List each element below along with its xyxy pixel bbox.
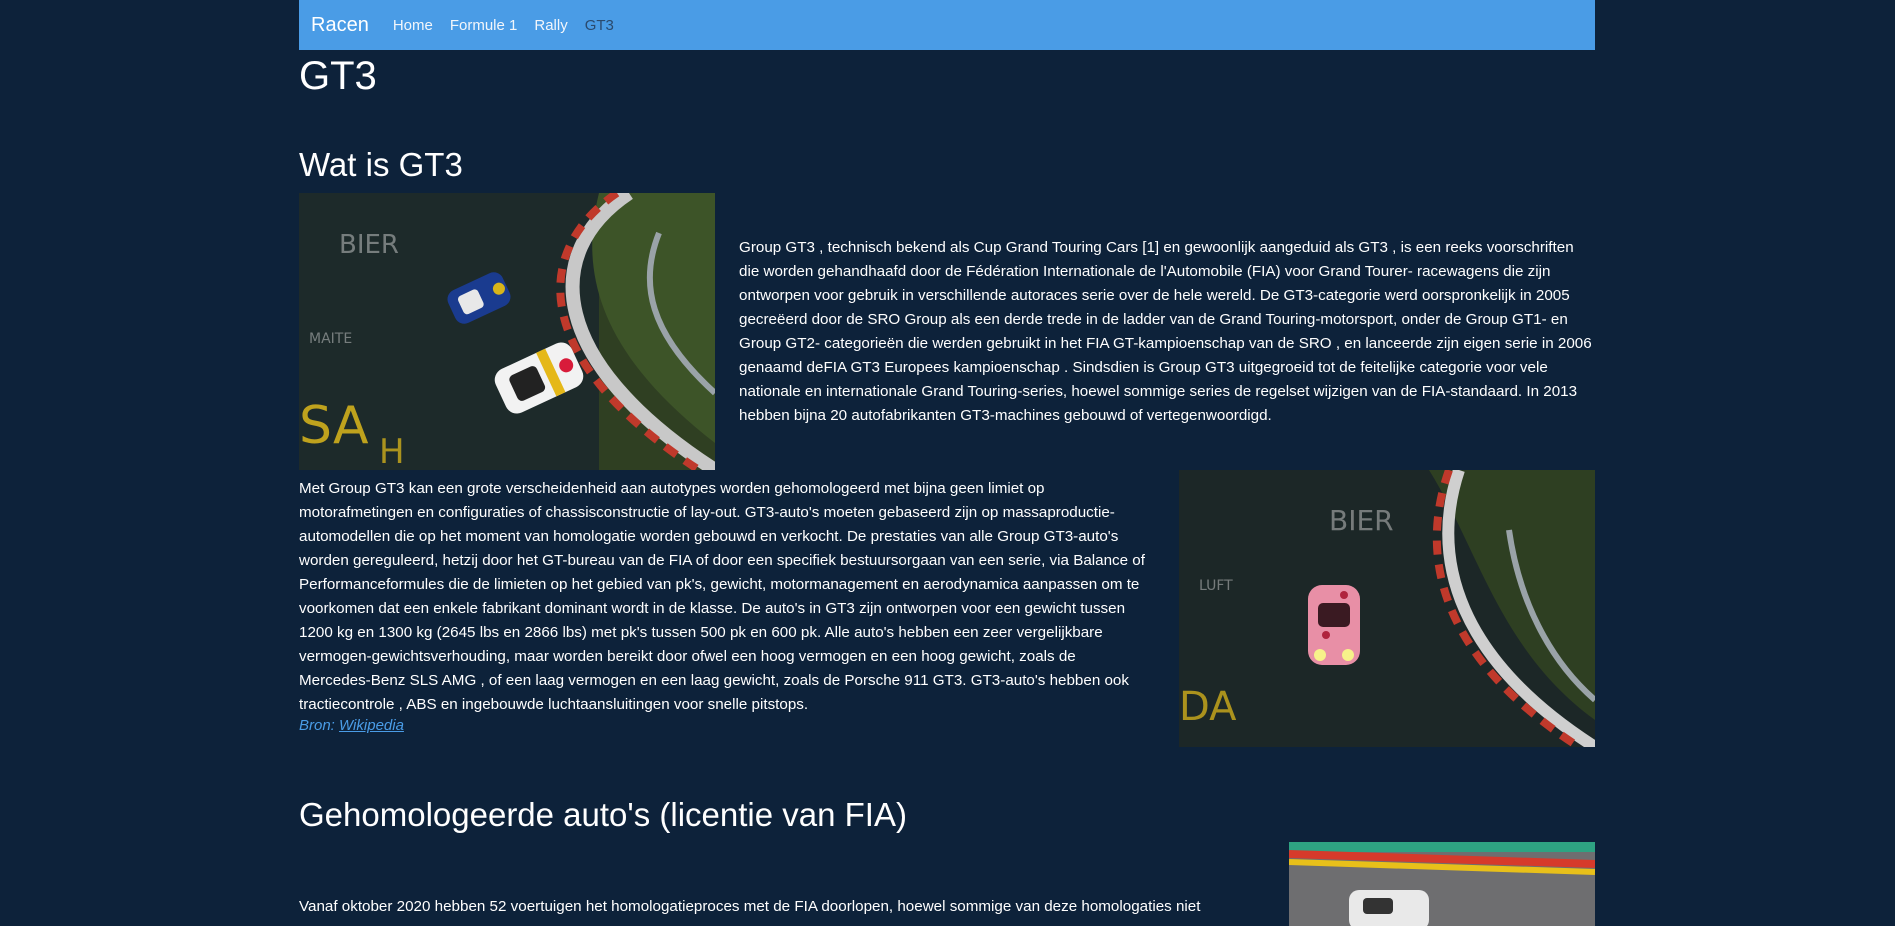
source-link-wikipedia[interactable]: Wikipedia	[339, 717, 404, 734]
section1-paragraph-1: Group GT3 , technisch bekend als Cup Gra…	[739, 239, 1592, 424]
svg-text:BIER: BIER	[339, 230, 399, 260]
nav-link-formule-1[interactable]: Formule 1	[450, 17, 518, 34]
section-heading-wat-is-gt3: Wat is GT3	[299, 146, 463, 183]
svg-text:DA: DA	[1179, 684, 1237, 730]
navbar: Racen Home Formule 1 Rally GT3	[299, 0, 1595, 50]
brand-link[interactable]: Racen	[311, 14, 369, 37]
source-citation: Bron: Wikipedia	[299, 717, 404, 734]
gt3-car-track-photo	[1289, 842, 1595, 926]
nav-link-gt3[interactable]: GT3	[585, 17, 614, 34]
svg-text:BIER: BIER	[1329, 504, 1394, 537]
page-container: Racen Home Formule 1 Rally GT3 GT3 Wat i…	[299, 0, 1595, 926]
section2-paragraph: Vanaf oktober 2020 hebben 52 voertuigen …	[299, 898, 1201, 915]
gt3-cars-curve-photo: BIER MAITE SA H	[299, 193, 715, 470]
nav-link-rally[interactable]: Rally	[534, 17, 567, 34]
source-prefix: Bron:	[299, 717, 335, 734]
svg-text:LUFT: LUFT	[1199, 578, 1233, 594]
svg-text:SA: SA	[299, 396, 369, 456]
nav-link-home[interactable]: Home	[393, 17, 433, 34]
section1-paragraph-2: Met Group GT3 kan een grote verscheidenh…	[299, 480, 1145, 713]
svg-text:MAITE: MAITE	[309, 331, 352, 347]
page-title: GT3	[299, 54, 377, 98]
svg-text:H: H	[379, 432, 405, 470]
section-heading-homologated-cars: Gehomologeerde auto's (licentie van FIA)	[299, 796, 907, 833]
gt3-pink-porsche-photo: BIER LUFT DA	[1179, 470, 1595, 747]
